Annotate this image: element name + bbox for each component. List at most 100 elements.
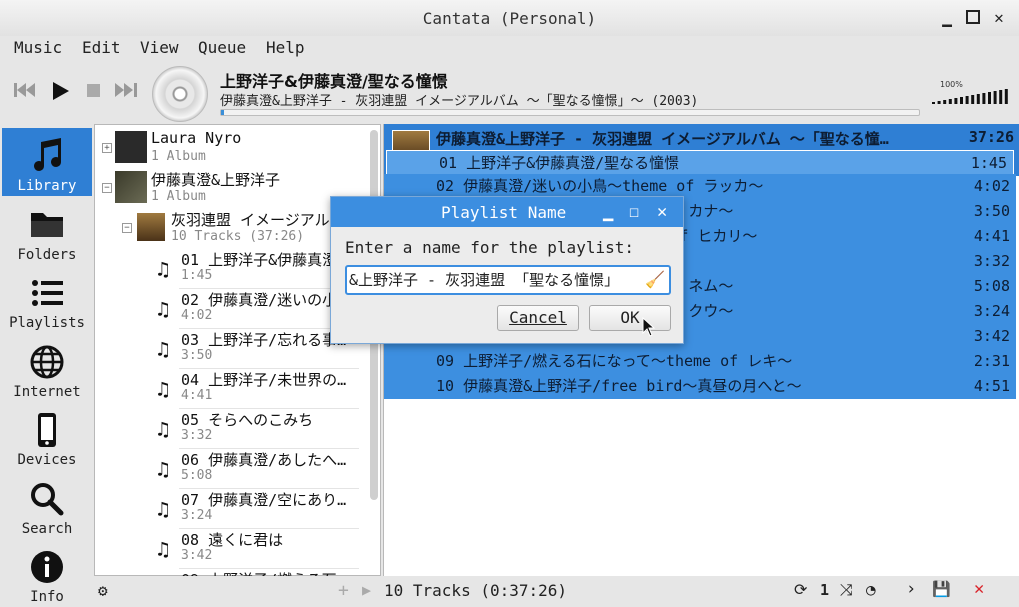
expand-icon[interactable]: + [102,143,112,153]
library-track-row[interactable]: ♫ 05 そらへのこみち 3:32 [95,409,365,449]
maximize-icon[interactable] [964,9,982,27]
play-icon[interactable] [50,80,72,107]
artist-row-ito-ueno[interactable]: − 伊藤真澄&上野洋子 1 Album [95,169,365,207]
volume-bar [932,102,935,104]
queue-track-duration: 3:50 [973,202,1010,220]
previous-track-icon[interactable] [12,80,38,105]
volume-bar [960,97,963,104]
next-track-icon[interactable] [113,80,139,105]
library-track-row[interactable]: ♫ 06 伊藤真澄/あしたへ… 5:08 [95,449,365,489]
sidebar-item-internet[interactable]: Internet [2,334,92,402]
minimize-icon[interactable]: ▁ [938,9,956,27]
queue-track-row[interactable]: 09 上野洋子/燃える石になって〜theme of レキ〜 2:31 [384,349,1016,374]
queue-track-title: 09 上野洋子/燃える石になって〜theme of レキ〜 [436,352,793,370]
artist-image [115,171,147,203]
queue-track-duration: 3:42 [973,327,1010,345]
music-note-icon: ♫ [157,457,170,481]
repeat-count: 1 [820,581,830,599]
sidebar-item-label: Internet [13,384,81,400]
track-duration: 3:50 [181,348,213,363]
dialog-minimize-icon[interactable]: ▁ [603,202,613,222]
volume-bar [965,96,969,104]
sidebar-item-playlists[interactable]: Playlists [2,265,92,333]
queue-track-row[interactable]: 01 上野洋子&伊藤真澄/聖なる憧憬 1:45 [386,150,1014,175]
playlist-name-input[interactable]: &上野洋子 - 灰羽連盟 「聖なる憧憬」 🧹 [345,265,671,295]
play-queue[interactable]: 伊藤真澄&上野洋子 - 灰羽連盟 イメージアルバム 〜「聖なる憧… 37:26 … [383,124,1019,576]
library-tree[interactable]: + Laura Nyro 1 Album − 伊藤真澄&上野洋子 1 Album… [94,124,381,601]
volume-bar [982,93,986,104]
track-duration: 1:45 [181,268,213,283]
track-duration: 3:24 [181,508,213,523]
track-duration: 3:32 [181,428,213,443]
status-bar: ⚙ + ▶ 10 Tracks (0:37:26) ⟳ 1 ⤨ ◔ › 💾 ✕ [94,576,1019,607]
ok-button[interactable]: OK [589,305,671,331]
menu-help[interactable]: Help [266,38,305,57]
close-icon[interactable]: ✕ [990,9,1008,27]
volume-bar [948,99,952,104]
track-duration: 4:41 [181,388,213,403]
sidebar-item-folders[interactable]: Folders [2,197,92,265]
consume-icon[interactable]: ◔ [866,580,876,599]
globe-icon [30,345,64,379]
collapse-icon[interactable]: − [102,183,112,193]
library-track-row[interactable]: ♫ 03 上野洋子/忘れる事… 3:50 [95,329,365,369]
queue-track-duration: 3:24 [973,302,1010,320]
clear-text-broom-icon[interactable]: 🧹 [645,267,665,293]
library-track-row[interactable]: ♫ 08 遠くに君は 3:42 [95,529,365,569]
library-track-row[interactable]: ♫01 上野洋子&伊藤真澄/聖なる憧憬1:45 [95,249,365,289]
list-icon [32,280,63,306]
clear-queue-icon[interactable]: ✕ [974,579,984,599]
locate-icon[interactable]: › [906,579,916,599]
track-progress-slider[interactable] [220,109,920,116]
sidebar-item-library[interactable]: Library [2,128,92,196]
now-playing-title: 上野洋子&伊藤真澄/聖なる憧憬 [220,72,448,91]
sidebar-item-label: Playlists [9,315,85,331]
music-note-icon: ♫ [157,497,170,521]
dialog-maximize-icon[interactable]: ☐ [629,202,639,222]
artist-row-laura-nyro[interactable]: + Laura Nyro 1 Album [95,129,365,167]
sidebar-item-info[interactable]: Info [2,539,92,607]
playlist-name-dialog: Playlist Name ▁ ☐ ✕ Enter a name for the… [330,196,684,344]
artist-album-count: 1 Album [151,189,206,204]
sidebar-item-search[interactable]: Search [2,471,92,539]
queue-track-duration: 2:31 [973,352,1010,370]
queue-track-duration: 4:41 [973,227,1010,245]
volume-control[interactable]: 100% [930,80,1010,104]
settings-gear-icon[interactable]: ⚙ [98,581,108,600]
volume-bar [976,94,980,104]
artist-image [115,131,147,163]
dialog-close-icon[interactable]: ✕ [657,202,667,222]
queue-album-duration: 37:26 [968,128,1014,146]
playlist-name-value: &上野洋子 - 灰羽連盟 「聖なる憧憬」 [349,271,620,289]
album-track-count: 10 Tracks (37:26) [171,229,305,244]
library-track-row[interactable]: ♫ 07 伊藤真澄/空にあり… 3:24 [95,489,365,529]
sidebar-item-label: Info [30,589,64,605]
menu-music[interactable]: Music [14,38,62,57]
cancel-button[interactable]: Cancel [497,305,579,331]
track-title: 04 上野洋子/未世界の… [181,371,347,389]
music-note-icon [34,138,61,171]
library-track-row[interactable]: ♫02 伊藤真澄/迷いの小鳥〜theme of ラッカ〜4:02 [95,289,365,329]
sidebar-item-devices[interactable]: Devices [2,402,92,470]
album-row[interactable]: − 灰羽連盟 イメージアルバム 10 Tracks (37:26) [95,209,365,247]
dialog-title-bar: Playlist Name ▁ ☐ ✕ [331,197,683,227]
menu-queue[interactable]: Queue [198,38,246,57]
collapse-icon[interactable]: − [122,223,132,233]
progress-fill [221,110,224,115]
repeat-icon[interactable]: ⟳ [794,580,807,599]
queue-summary: 10 Tracks (0:37:26) [384,581,568,600]
music-note-icon: ♫ [157,297,170,321]
track-title: 05 そらへのこみち [181,411,314,429]
save-icon[interactable]: 💾 [932,580,951,598]
add-icon[interactable]: + [338,580,349,601]
stop-icon[interactable] [86,80,102,105]
search-icon [31,483,64,516]
menu-view[interactable]: View [140,38,179,57]
sidebar: Library Folders Playlists Internet Devic… [0,124,94,607]
library-track-row[interactable]: ♫ 04 上野洋子/未世界の… 4:41 [95,369,365,409]
menu-edit[interactable]: Edit [82,38,121,57]
play-next-icon[interactable]: ▶ [362,581,371,599]
queue-track-row[interactable]: 10 伊藤真澄&上野洋子/free bird〜真昼の月へと〜 4:51 [384,374,1016,399]
shuffle-icon[interactable]: ⤨ [840,580,853,600]
dialog-title: Playlist Name [441,203,567,222]
